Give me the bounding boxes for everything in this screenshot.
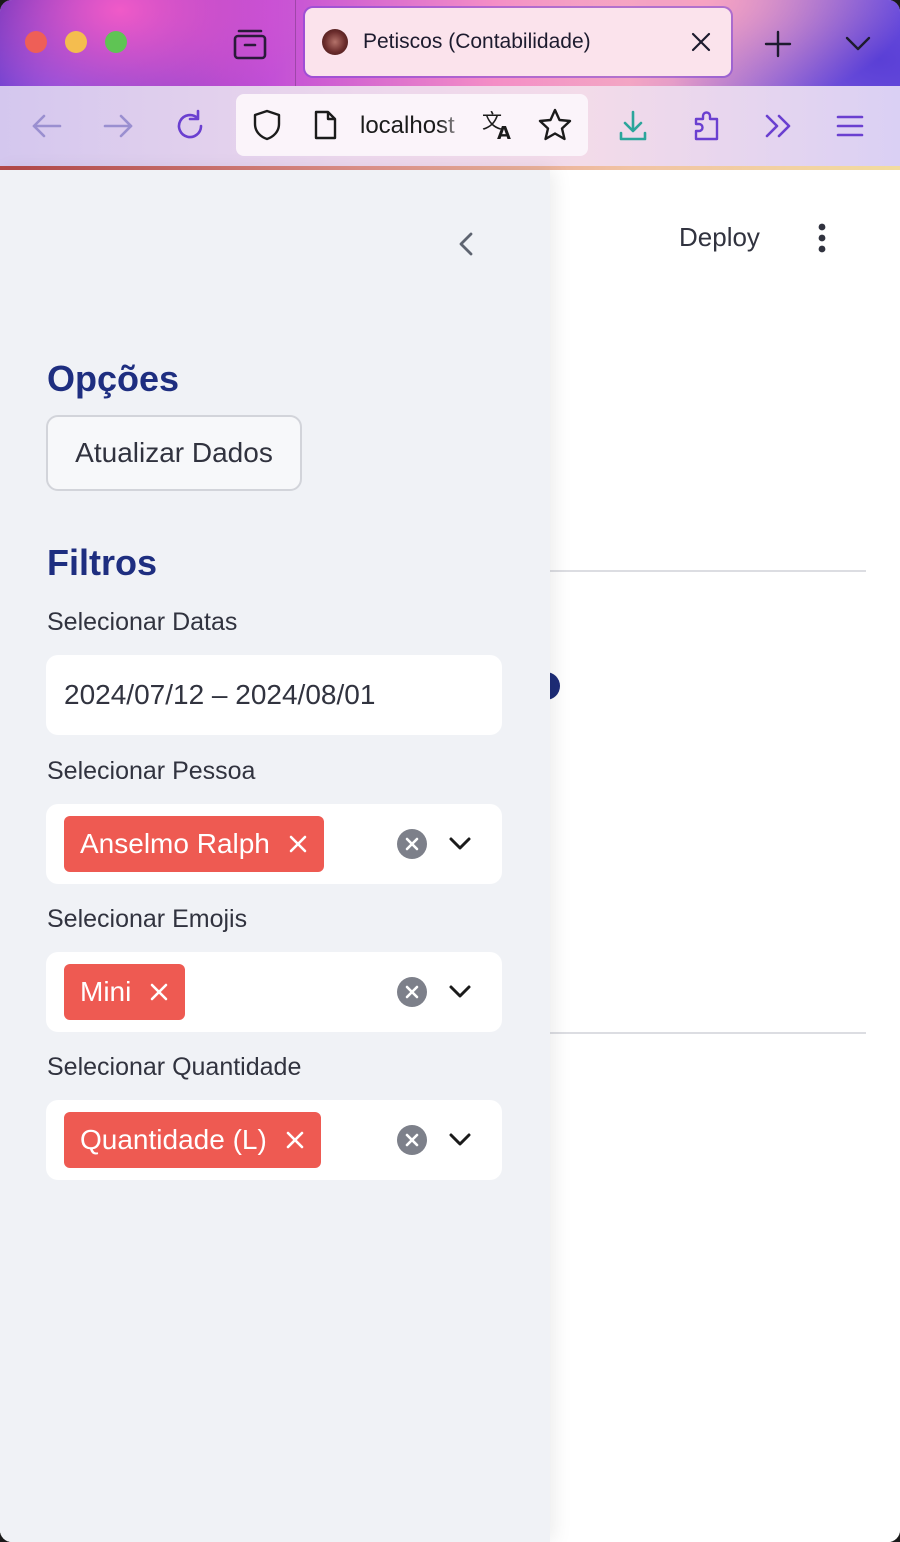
site-favicon-icon (322, 29, 348, 55)
chip-label: Mini (80, 976, 132, 1007)
tab-separator (295, 0, 296, 86)
new-tab-icon[interactable] (758, 24, 798, 64)
url-text[interactable]: localhost (360, 112, 472, 140)
selected-chip: Anselmo Ralph (64, 816, 324, 872)
url-bar[interactable]: localhost 文 A (236, 94, 588, 156)
sidebar: Opções Atualizar Dados Filtros Seleciona… (0, 170, 550, 1542)
date-range-input[interactable]: 2024/07/12 – 2024/08/01 (46, 655, 502, 735)
minimize-window-button[interactable] (65, 31, 87, 53)
quantity-filter-label: Selecionar Quantidade (47, 1053, 302, 1081)
date-range-value: 2024/07/12 – 2024/08/01 (64, 679, 376, 710)
title-bar: Petiscos (Contabilidade) (0, 0, 900, 86)
downloads-icon[interactable] (613, 106, 653, 146)
shield-icon[interactable] (248, 106, 286, 144)
main-divider (548, 1032, 866, 1034)
quantity-multiselect[interactable]: Quantidade (L) (46, 1100, 502, 1180)
tab-title: Petiscos (Contabilidade) (363, 30, 591, 53)
translate-icon[interactable]: 文 A (480, 106, 518, 144)
remove-chip-icon[interactable] (288, 834, 308, 854)
overflow-chevrons-icon[interactable] (758, 106, 798, 146)
person-multiselect[interactable]: Anselmo Ralph (46, 804, 502, 884)
list-all-tabs-icon[interactable] (838, 24, 878, 64)
chip-label: Anselmo Ralph (80, 828, 270, 859)
back-arrow-icon[interactable] (27, 106, 67, 146)
hamburger-menu-icon[interactable] (830, 106, 870, 146)
forward-arrow-icon[interactable] (98, 106, 138, 146)
selected-chip: Quantidade (L) (64, 1112, 321, 1168)
chevron-down-icon[interactable] (446, 978, 474, 1006)
clear-selection-icon[interactable] (396, 976, 428, 1008)
page-info-icon[interactable] (308, 108, 342, 142)
options-heading: Opções (47, 358, 180, 399)
emoji-filter-label: Selecionar Emojis (47, 905, 248, 933)
collapse-sidebar-chevron-icon[interactable] (450, 226, 482, 262)
tab-active[interactable]: Petiscos (Contabilidade) (305, 8, 731, 76)
remove-chip-icon[interactable] (285, 1130, 305, 1150)
app-content: Deploy Opções Atualizar Dados Filtros Se… (0, 170, 900, 1542)
reload-icon[interactable] (170, 106, 210, 146)
tab-close-icon[interactable] (687, 28, 715, 56)
emoji-multiselect[interactable]: Mini (46, 952, 502, 1032)
date-filter-label: Selecionar Datas (47, 608, 238, 636)
tab-overview-icon[interactable] (230, 24, 270, 64)
zoom-window-button[interactable] (105, 31, 127, 53)
person-filter-label: Selecionar Pessoa (47, 757, 256, 785)
svg-text:A: A (497, 123, 511, 144)
clear-selection-icon[interactable] (396, 828, 428, 860)
clear-selection-icon[interactable] (396, 1124, 428, 1156)
bookmark-star-icon[interactable] (536, 106, 574, 144)
deploy-button[interactable]: Deploy (679, 222, 760, 253)
selected-chip: Mini (64, 964, 186, 1020)
extensions-icon[interactable] (687, 106, 727, 146)
chevron-down-icon[interactable] (446, 1126, 474, 1154)
browser-window: Petiscos (Contabilidade) localhost 文 A D… (0, 0, 900, 1542)
close-window-button[interactable] (25, 31, 47, 53)
chevron-down-icon[interactable] (446, 830, 474, 858)
chip-label: Quantidade (L) (80, 1124, 267, 1155)
filters-heading: Filtros (47, 542, 158, 583)
refresh-data-button[interactable]: Atualizar Dados (46, 415, 302, 491)
main-divider (548, 570, 866, 572)
remove-chip-icon[interactable] (149, 982, 169, 1002)
main-menu-kebab-icon[interactable] (806, 220, 838, 256)
